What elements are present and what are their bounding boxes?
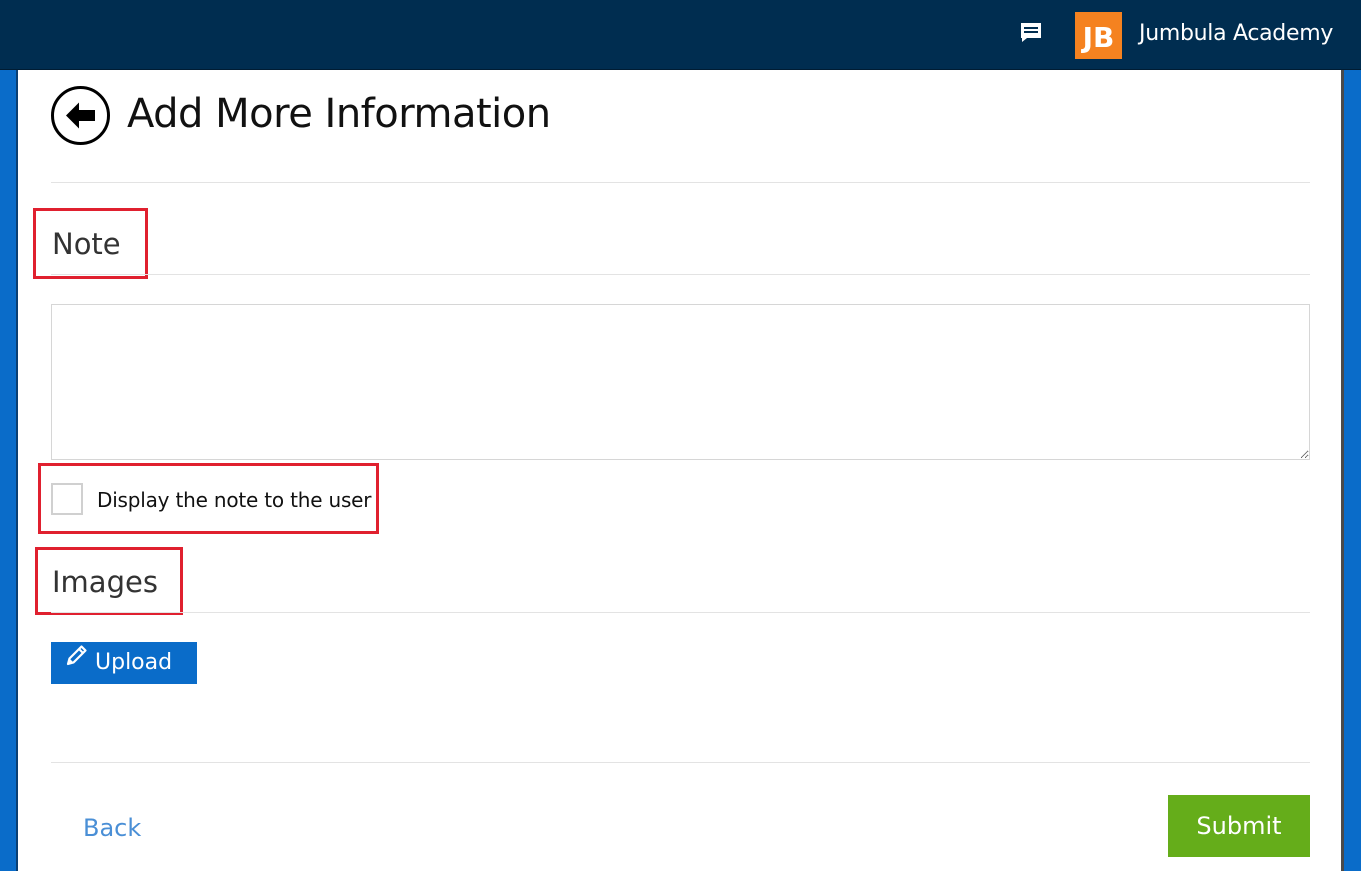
note-heading: Note: [52, 227, 121, 261]
page-title: Add More Information: [127, 91, 551, 137]
brand-logo[interactable]: JB: [1075, 12, 1122, 59]
images-divider: [51, 612, 1310, 613]
footer-divider: [51, 762, 1310, 763]
note-textarea[interactable]: [51, 304, 1310, 460]
right-frame-border: [1341, 70, 1361, 871]
logo-text: JB: [1081, 21, 1115, 54]
submit-button[interactable]: Submit: [1168, 795, 1310, 857]
arrow-left-circle-icon[interactable]: [50, 85, 111, 146]
account-name[interactable]: Jumbula Academy: [1139, 20, 1333, 48]
chat-message-icon[interactable]: [1019, 21, 1043, 45]
images-heading: Images: [52, 565, 158, 599]
title-divider: [51, 182, 1310, 183]
display-note-checkbox-label[interactable]: Display the note to the user: [97, 486, 372, 514]
upload-button[interactable]: Upload: [51, 642, 197, 684]
note-divider: [51, 274, 1310, 275]
left-frame-border: [0, 70, 18, 871]
top-navbar: JB Jumbula Academy: [0, 0, 1361, 70]
pencil-icon: [65, 640, 89, 682]
upload-button-label: Upload: [95, 650, 173, 675]
display-note-checkbox[interactable]: [51, 483, 83, 515]
back-link[interactable]: Back: [83, 812, 141, 844]
